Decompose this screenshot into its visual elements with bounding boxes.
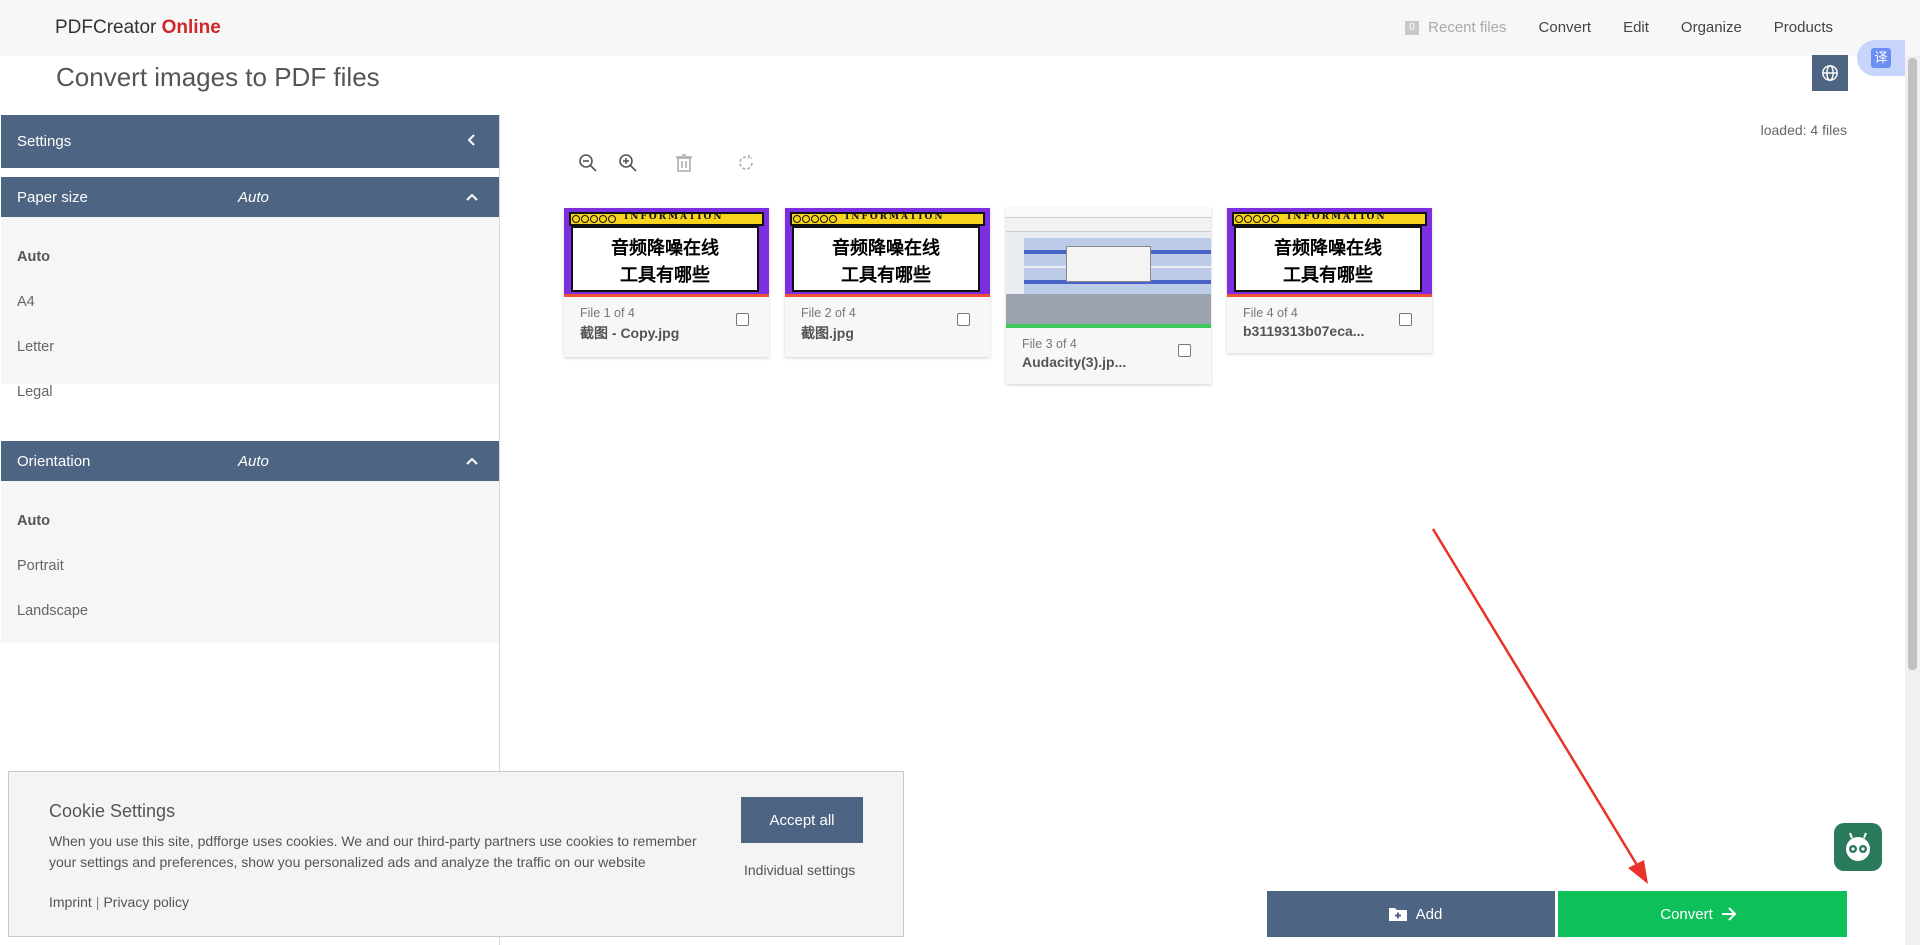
robot-icon bbox=[1846, 832, 1870, 861]
chevron-up-icon[interactable] bbox=[465, 190, 479, 204]
zoom-out-icon bbox=[579, 154, 597, 172]
orientation-header[interactable]: Orientation Auto bbox=[1, 441, 499, 481]
language-button[interactable] bbox=[1812, 55, 1848, 91]
orientation-option-portrait[interactable]: Portrait bbox=[17, 558, 64, 574]
imprint-link[interactable]: Imprint bbox=[49, 894, 92, 910]
nav-edit[interactable]: Edit bbox=[1623, 19, 1649, 36]
nav-recent-label: Recent files bbox=[1428, 19, 1507, 36]
trash-icon bbox=[676, 154, 692, 172]
translate-extension-button[interactable]: 译 bbox=[1857, 40, 1905, 76]
paper-size-option-a4[interactable]: A4 bbox=[17, 294, 35, 310]
chevron-up-icon[interactable] bbox=[465, 454, 479, 468]
file-card[interactable]: INFORMATION 音频降噪在线 工具有哪些 File 2 of 4 截图.… bbox=[785, 208, 990, 357]
zoom-out-button[interactable] bbox=[575, 150, 601, 176]
link-separator: | bbox=[95, 894, 100, 910]
file-card[interactable]: INFORMATION 音频降噪在线 工具有哪些 File 4 of 4 b31… bbox=[1227, 208, 1432, 353]
file-number: File 1 of 4 bbox=[580, 306, 635, 320]
delete-button[interactable] bbox=[671, 150, 697, 176]
thumbnail-line-2: 工具有哪些 bbox=[841, 265, 931, 286]
file-name: b3119313b07eca... bbox=[1243, 323, 1365, 339]
main-nav: 0 Recent files Convert Edit Organize Pro… bbox=[1373, 19, 1833, 36]
assistant-bot-button[interactable] bbox=[1834, 823, 1882, 871]
brand-suffix: Online bbox=[161, 17, 221, 38]
file-name: 截图 - Copy.jpg bbox=[580, 325, 680, 341]
paper-size-header[interactable]: Paper size Auto bbox=[1, 177, 499, 217]
paper-size-options: Auto A4 Letter Legal bbox=[1, 217, 499, 400]
thumbnail-line-2: 工具有哪些 bbox=[1283, 265, 1373, 286]
file-number: File 2 of 4 bbox=[801, 306, 856, 320]
orientation-label: Orientation bbox=[17, 452, 91, 470]
paper-size-option-legal[interactable]: Legal bbox=[17, 384, 52, 400]
settings-title: Settings bbox=[17, 133, 72, 150]
nav-organize[interactable]: Organize bbox=[1681, 19, 1742, 36]
add-button[interactable]: Add bbox=[1267, 891, 1555, 937]
file-thumbnail bbox=[1006, 208, 1211, 328]
file-card[interactable]: File 3 of 4 Audacity(3).jp... bbox=[1006, 208, 1211, 384]
arrow-right-icon bbox=[1721, 907, 1737, 921]
translate-icon: 译 bbox=[1871, 48, 1891, 68]
thumbnail-banner: INFORMATION bbox=[845, 212, 945, 222]
rotate-button[interactable] bbox=[733, 150, 759, 176]
loaded-count: loaded: 4 files bbox=[1760, 122, 1847, 138]
zoom-in-button[interactable] bbox=[615, 150, 641, 176]
add-folder-icon bbox=[1388, 908, 1407, 921]
accept-all-button[interactable]: Accept all bbox=[741, 797, 863, 843]
thumbnail-line-1: 音频降噪在线 bbox=[1274, 238, 1382, 259]
cookie-links: Imprint | Privacy policy bbox=[49, 894, 189, 910]
file-thumbnail: INFORMATION 音频降噪在线 工具有哪些 bbox=[564, 208, 769, 297]
file-select-checkbox[interactable] bbox=[1399, 313, 1412, 326]
file-select-checkbox[interactable] bbox=[1178, 344, 1191, 357]
convert-label: Convert bbox=[1660, 905, 1713, 923]
chevron-left-icon[interactable] bbox=[465, 133, 479, 147]
recent-count-badge: 0 bbox=[1405, 20, 1420, 35]
paper-size-option-auto[interactable]: Auto bbox=[17, 249, 50, 265]
thumbnail-banner: INFORMATION bbox=[1287, 212, 1387, 222]
thumbnail-line-1: 音频降噪在线 bbox=[832, 238, 940, 259]
brand-logo[interactable]: PDFCreator Online bbox=[55, 17, 221, 39]
file-number: File 4 of 4 bbox=[1243, 306, 1298, 320]
nav-convert[interactable]: Convert bbox=[1539, 19, 1592, 36]
scrollbar-thumb[interactable] bbox=[1908, 58, 1917, 670]
file-thumbnail: INFORMATION 音频降噪在线 工具有哪些 bbox=[785, 208, 990, 297]
page-scrollbar[interactable] bbox=[1905, 56, 1920, 945]
file-card[interactable]: INFORMATION 音频降噪在线 工具有哪些 File 1 of 4 截图 … bbox=[564, 208, 769, 357]
orientation-option-auto[interactable]: Auto bbox=[17, 513, 50, 529]
cookie-text: When you use this site, pdfforge uses co… bbox=[49, 833, 697, 870]
file-select-checkbox[interactable] bbox=[957, 313, 970, 326]
add-label: Add bbox=[1415, 905, 1443, 923]
paper-size-option-letter[interactable]: Letter bbox=[17, 339, 54, 355]
paper-size-value: Auto bbox=[238, 188, 269, 206]
page-title: Convert images to PDF files bbox=[56, 62, 380, 92]
nav-recent-files[interactable]: 0 Recent files bbox=[1405, 19, 1507, 36]
brand-name: PDFCreator bbox=[55, 17, 157, 38]
file-name: 截图.jpg bbox=[801, 325, 854, 341]
cookie-banner: Cookie Settings When you use this site, … bbox=[8, 771, 904, 937]
orientation-options: Auto Portrait Landscape bbox=[1, 481, 499, 643]
orientation-value: Auto bbox=[238, 452, 269, 470]
convert-button[interactable]: Convert bbox=[1558, 891, 1847, 937]
thumbnail-banner: INFORMATION bbox=[624, 212, 724, 222]
file-name: Audacity(3).jp... bbox=[1022, 354, 1127, 370]
individual-settings-link[interactable]: Individual settings bbox=[744, 862, 855, 878]
top-navbar: PDFCreator Online 0 Recent files Convert… bbox=[0, 0, 1920, 56]
privacy-policy-link[interactable]: Privacy policy bbox=[103, 894, 189, 910]
rotate-icon bbox=[739, 155, 753, 170]
cookie-title: Cookie Settings bbox=[49, 801, 176, 821]
settings-header[interactable]: Settings bbox=[1, 115, 499, 168]
globe-icon bbox=[1822, 65, 1838, 81]
zoom-in-icon bbox=[619, 154, 637, 172]
thumbnail-line-2: 工具有哪些 bbox=[620, 265, 710, 286]
nav-products[interactable]: Products bbox=[1774, 19, 1833, 36]
thumbnail-line-1: 音频降噪在线 bbox=[611, 238, 719, 259]
orientation-option-landscape[interactable]: Landscape bbox=[17, 603, 88, 619]
file-thumbnail: INFORMATION 音频降噪在线 工具有哪些 bbox=[1227, 208, 1432, 297]
paper-size-label: Paper size bbox=[17, 188, 88, 206]
file-number: File 3 of 4 bbox=[1022, 337, 1077, 351]
file-select-checkbox[interactable] bbox=[736, 313, 749, 326]
